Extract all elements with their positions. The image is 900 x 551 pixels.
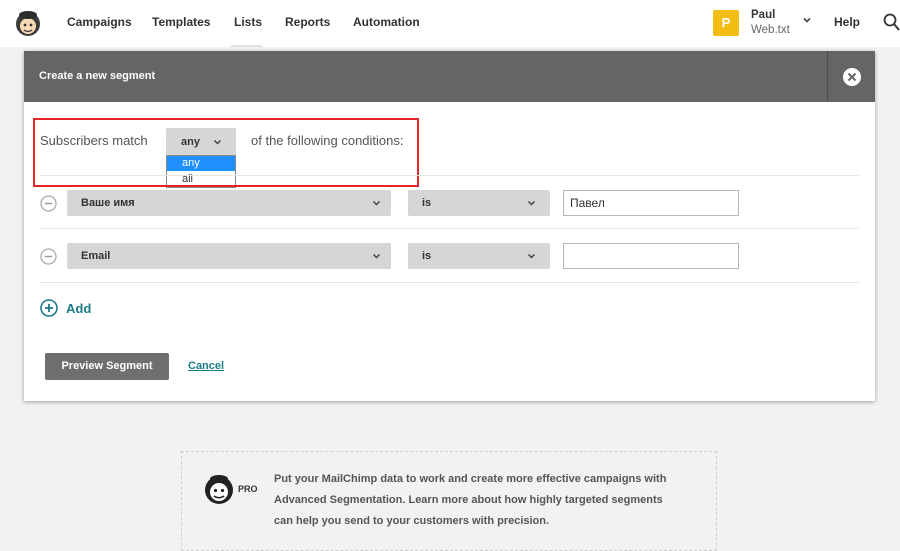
preview-segment-button[interactable]: Preview Segment xyxy=(45,353,169,380)
condition-operator-value: is xyxy=(422,197,432,209)
nav-automation[interactable]: Automation xyxy=(353,15,420,29)
plus-circle-icon[interactable] xyxy=(40,299,58,317)
close-area xyxy=(827,51,876,102)
nav-reports[interactable]: Reports xyxy=(285,15,330,29)
nav-campaigns[interactable]: Campaigns xyxy=(67,15,132,29)
user-name[interactable]: Paul xyxy=(751,9,775,21)
user-account[interactable]: Web.txt xyxy=(751,24,790,36)
chevron-down-icon xyxy=(372,200,381,206)
condition-field-select[interactable]: Email xyxy=(67,243,391,269)
close-button[interactable] xyxy=(843,68,861,86)
avatar[interactable]: P xyxy=(713,10,739,36)
chevron-down-icon xyxy=(527,253,536,259)
highlight-box xyxy=(33,118,419,187)
condition-value-input[interactable] xyxy=(563,190,739,216)
nav-templates[interactable]: Templates xyxy=(152,15,210,29)
pro-badge: PRO xyxy=(238,484,258,494)
close-icon xyxy=(847,72,857,82)
promo-text-line: Advanced Segmentation. Learn more about … xyxy=(274,494,663,506)
divider xyxy=(40,228,859,229)
condition-operator-select[interactable]: is xyxy=(408,190,550,216)
chevron-down-icon[interactable] xyxy=(802,15,812,25)
help-link[interactable]: Help xyxy=(834,15,860,29)
condition-field-value: Email xyxy=(81,250,111,262)
condition-value-input[interactable] xyxy=(563,243,739,269)
search-icon[interactable] xyxy=(882,12,900,32)
freddie-pro-icon xyxy=(205,475,233,504)
active-tab-indicator xyxy=(231,45,262,47)
condition-operator-select[interactable]: is xyxy=(408,243,550,269)
condition-field-select[interactable]: Ваше имя xyxy=(67,190,391,216)
add-condition-button[interactable]: Add xyxy=(66,301,91,316)
chevron-down-icon xyxy=(527,200,536,206)
modal-header: Create a new segment xyxy=(24,51,875,102)
condition-operator-value: is xyxy=(422,250,432,262)
cancel-link[interactable]: Cancel xyxy=(188,360,224,372)
divider xyxy=(40,175,859,176)
divider xyxy=(40,282,859,283)
minus-circle-icon[interactable] xyxy=(40,195,57,212)
modal-title: Create a new segment xyxy=(39,70,156,82)
nav-lists[interactable]: Lists xyxy=(234,15,262,29)
promo-text-line: Put your MailChimp data to work and crea… xyxy=(274,473,667,485)
minus-circle-icon[interactable] xyxy=(40,248,57,265)
top-navigation: Campaigns Templates Lists Reports Automa… xyxy=(0,0,900,47)
segment-modal: Create a new segment Subscribers match a… xyxy=(24,51,875,401)
promo-text-line: can help you send to your customers with… xyxy=(274,515,550,527)
condition-field-value: Ваше имя xyxy=(81,197,135,209)
chevron-down-icon xyxy=(372,253,381,259)
mailchimp-logo-icon[interactable] xyxy=(12,7,44,39)
